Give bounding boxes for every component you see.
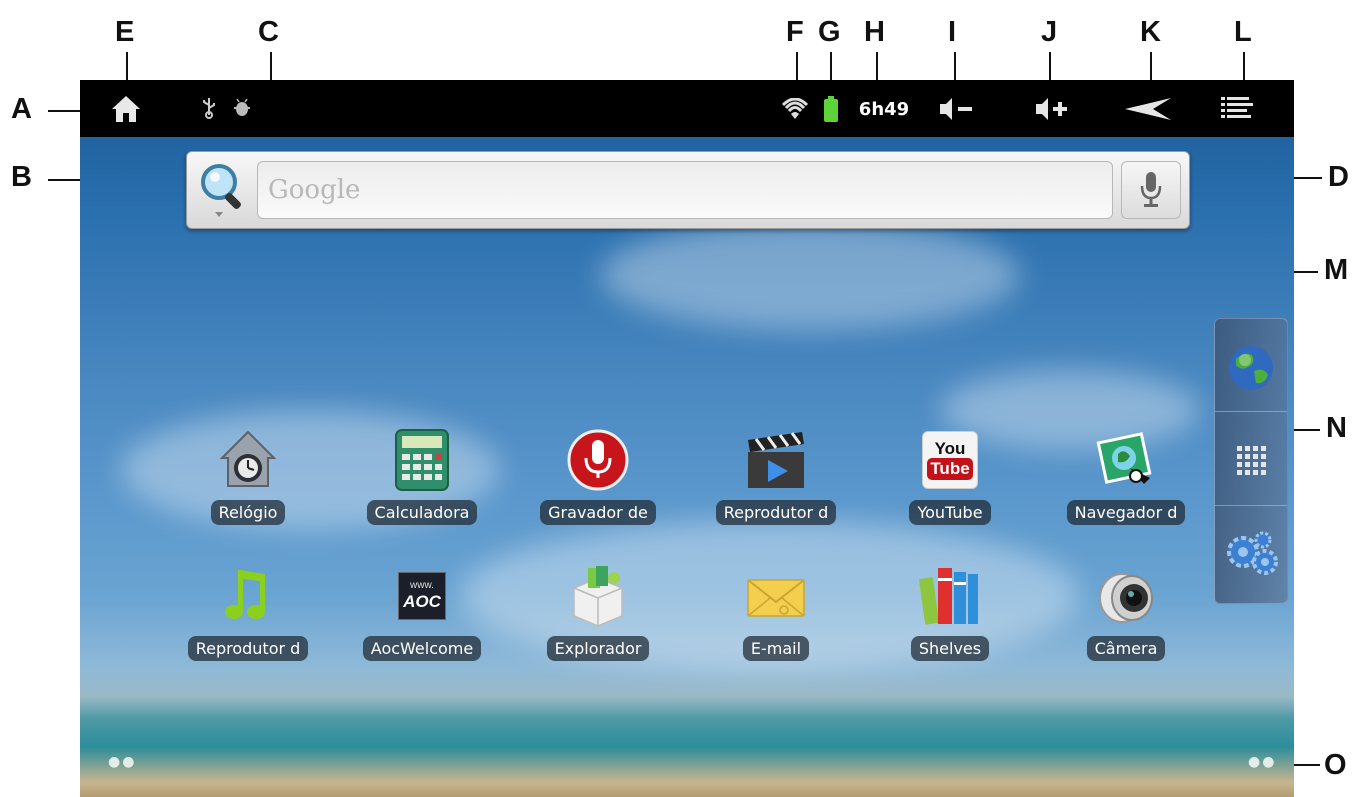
status-bar: 6h49 [80, 80, 1294, 137]
callout-m: M [1324, 254, 1349, 286]
clock-icon [216, 428, 280, 492]
volume-down-icon[interactable] [936, 92, 976, 126]
app-aocwelcome[interactable]: www. AOC AocWelcome [352, 564, 492, 674]
side-dock [1214, 318, 1288, 604]
android-debug-icon [230, 96, 254, 120]
youtube-logo-bottom: Tube [927, 458, 973, 480]
wallpaper-cloud [600, 220, 1020, 330]
search-input[interactable]: Google [257, 161, 1113, 219]
aoc-logo-bottom: AOC [403, 592, 441, 611]
google-search-widget: Google [186, 151, 1190, 229]
menu-icon[interactable] [1216, 92, 1260, 126]
app-email[interactable]: E-mail [706, 564, 846, 674]
app-relogio[interactable]: Relógio [178, 428, 318, 538]
music-player-icon [216, 564, 280, 628]
callout-a: A [11, 93, 32, 125]
app-label: Shelves [910, 636, 990, 661]
app-youtube[interactable]: You Tube YouTube [880, 428, 1020, 538]
app-label: AocWelcome [362, 636, 482, 661]
app-label: E-mail [742, 636, 810, 661]
callout-b: B [11, 161, 32, 193]
page-indicator-right[interactable]: ●● [1248, 754, 1276, 770]
app-label: Navegador d [1066, 500, 1186, 525]
callout-k: K [1140, 16, 1161, 48]
search-icon[interactable] [193, 158, 253, 222]
microphone-icon[interactable] [1121, 161, 1181, 219]
usb-icon [198, 96, 220, 120]
callout-e: E [115, 16, 135, 48]
callout-o: O [1324, 749, 1347, 781]
voice-recorder-icon [566, 428, 630, 492]
app-label: Reprodutor d [187, 636, 309, 661]
volume-up-icon[interactable] [1032, 92, 1072, 126]
settings-gears-icon[interactable] [1215, 507, 1287, 601]
app-label: Relógio [210, 500, 286, 525]
battery-icon [822, 94, 840, 124]
app-label: Gravador de [540, 500, 656, 525]
callout-f: F [786, 16, 804, 48]
home-screen[interactable]: 6h49 Google Relógio Calculadora Gravador… [80, 80, 1294, 797]
email-icon [744, 564, 808, 628]
app-label: Reprodutor d [715, 500, 837, 525]
app-label: Câmera [1086, 636, 1166, 661]
dock-divider [1215, 411, 1287, 412]
app-camera[interactable]: Câmera [1056, 564, 1196, 674]
callout-l: L [1234, 16, 1252, 48]
callout-h-line [876, 52, 878, 82]
app-label: Explorador [546, 636, 650, 661]
app-gravador[interactable]: Gravador de [528, 428, 668, 538]
callout-i: I [948, 16, 957, 48]
dock-divider [1215, 505, 1287, 506]
app-calculadora[interactable]: Calculadora [352, 428, 492, 538]
wifi-icon [780, 96, 810, 122]
callout-j: J [1041, 16, 1058, 48]
app-reprodutor-video[interactable]: Reprodutor d [706, 428, 846, 538]
callout-g: G [818, 16, 841, 48]
callout-h: H [864, 16, 885, 48]
clock-time: 6h49 [858, 98, 910, 120]
camera-icon [1094, 564, 1158, 628]
callout-i-line [954, 52, 956, 82]
aoc-logo-top: www. [410, 580, 434, 591]
callout-k-line [1150, 52, 1152, 82]
video-player-icon [744, 428, 808, 492]
callout-g-line [830, 52, 832, 82]
app-label: YouTube [909, 500, 991, 525]
app-reprodutor-musica[interactable]: Reprodutor d [178, 564, 318, 674]
calculator-icon [390, 428, 454, 492]
books-icon [918, 564, 982, 628]
app-navegador[interactable]: Navegador d [1056, 428, 1196, 538]
globe-icon[interactable] [1215, 321, 1287, 415]
youtube-logo-top: You [934, 439, 966, 458]
home-icon[interactable] [108, 92, 144, 126]
page-indicator-left[interactable]: ●● [108, 754, 136, 770]
app-grid-icon[interactable] [1215, 413, 1287, 507]
callout-f-line [796, 52, 798, 82]
back-icon[interactable] [1120, 92, 1176, 126]
file-explorer-icon [566, 564, 630, 628]
browser-icon [1094, 428, 1158, 492]
callout-d: D [1328, 161, 1349, 193]
app-label: Calculadora [366, 500, 478, 525]
app-shelves[interactable]: Shelves [880, 564, 1020, 674]
youtube-icon: You Tube [918, 428, 982, 492]
callout-c: C [258, 16, 279, 48]
aoc-icon: www. AOC [390, 564, 454, 628]
callout-n: N [1326, 412, 1347, 444]
app-explorador[interactable]: Explorador [528, 564, 668, 674]
callout-j-line [1049, 52, 1051, 82]
callout-l-line [1243, 52, 1245, 82]
